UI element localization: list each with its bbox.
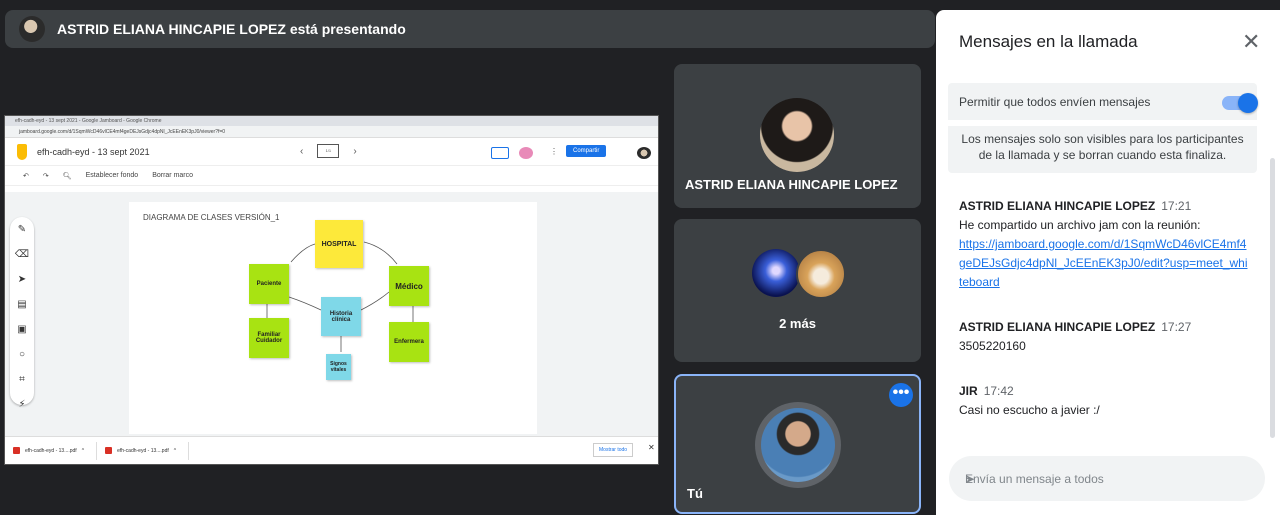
image-icon: ▣ bbox=[17, 324, 27, 335]
pen-icon: ✎ bbox=[17, 224, 27, 235]
message-time: 17:42 bbox=[983, 384, 1014, 398]
presenter-banner-text: ASTRID ELIANA HINCAPIE LOPEZ está presen… bbox=[57, 21, 406, 37]
chat-panel: Mensajes en la llamada ✕ Permitir que to… bbox=[936, 10, 1280, 515]
participant-avatar bbox=[752, 249, 800, 297]
account-avatar bbox=[637, 147, 651, 159]
jam-canvas: ✎ ⌫ ➤ ▤ ▣ ○ ⌗ ⚡︎ DIAGRAMA DE CLASES VERS… bbox=[5, 192, 658, 436]
more-options-icon: ⋮ bbox=[550, 147, 558, 156]
prev-frame-icon: ‹ bbox=[300, 145, 304, 157]
presenter-tile-avatar bbox=[760, 98, 834, 172]
sticky-signos-vitales: Signos vitales bbox=[326, 354, 351, 380]
textbox-icon: ⌗ bbox=[19, 374, 25, 385]
close-icon: ✕ bbox=[648, 443, 655, 452]
message-sender: ASTRID ELIANA HINCAPIE LOPEZ bbox=[959, 320, 1156, 334]
chat-input[interactable]: Envía un mensaje a todos ➤ bbox=[949, 456, 1265, 501]
presenter-banner: ASTRID ELIANA HINCAPIE LOPEZ está presen… bbox=[5, 10, 935, 48]
message-text: 3505220160 bbox=[959, 339, 1026, 353]
presenter-avatar bbox=[19, 16, 45, 42]
download-item: efh-cadh-eyd - 13....pdf ^ bbox=[13, 441, 98, 460]
sticky-paciente: Paciente bbox=[249, 264, 289, 304]
sticky-medico: Médico bbox=[389, 266, 429, 306]
message-time: 17:27 bbox=[1161, 320, 1192, 334]
self-tile-name: Tú bbox=[687, 486, 703, 501]
jam-side-toolbar: ✎ ⌫ ➤ ▤ ▣ ○ ⌗ ⚡︎ bbox=[10, 217, 34, 410]
download-item: efh-cadh-eyd - 13....pdf ^ bbox=[105, 441, 190, 460]
jam-title: efh-cadh-eyd - 13 sept 2021 bbox=[37, 146, 150, 157]
download-filename: efh-cadh-eyd - 13....pdf bbox=[117, 447, 169, 454]
participant-tile-presenter[interactable]: ASTRID ELIANA HINCAPIE LOPEZ bbox=[674, 64, 921, 208]
more-participants-label: 2 más bbox=[779, 316, 816, 331]
pdf-icon bbox=[13, 447, 20, 454]
whiteboard-frame: DIAGRAMA DE CLASES VERSIÓN_1 HOSPITAL Pa… bbox=[129, 202, 537, 434]
chat-panel-title: Mensajes en la llamada bbox=[959, 32, 1138, 51]
close-icon[interactable]: ✕ bbox=[1242, 29, 1260, 55]
clear-frame-button: Borrar marco bbox=[152, 172, 194, 179]
message-text: Casi no escucho a javier :/ bbox=[959, 403, 1100, 417]
jamboard-logo-icon bbox=[17, 143, 27, 160]
sticky-note-icon: ▤ bbox=[17, 299, 27, 310]
share-button: Compartir bbox=[566, 145, 607, 157]
chat-message: ASTRID ELIANA HINCAPIE LOPEZ 17:21 He com… bbox=[959, 197, 1249, 292]
undo-icon: ↶ bbox=[23, 172, 29, 180]
allow-messages-row: Permitir que todos envíen mensajes bbox=[948, 83, 1258, 120]
sticky-historia-clinica: Historia clínica bbox=[321, 297, 361, 336]
jamboard-header: efh-cadh-eyd - 13 sept 2021 ‹ 1/1 › ⋮ Co… bbox=[5, 138, 658, 166]
set-background-button: Establecer fondo bbox=[85, 172, 139, 179]
shared-screen: efh-cadh-eyd - 13 sept 2021 - Google Jam… bbox=[4, 115, 659, 465]
allow-messages-toggle[interactable] bbox=[1222, 93, 1258, 113]
message-sender: ASTRID ELIANA HINCAPIE LOPEZ bbox=[959, 199, 1156, 213]
message-time: 17:21 bbox=[1161, 199, 1192, 213]
redo-icon: ↷ bbox=[42, 172, 49, 180]
pdf-icon bbox=[105, 447, 113, 454]
sticky-familiar-cuidador: Familiar Cuidador bbox=[249, 318, 289, 358]
frame-thumbnail: 1/1 bbox=[317, 144, 340, 158]
chat-notice: Los mensajes solo son visibles para los … bbox=[948, 126, 1257, 173]
presenter-tile-name: ASTRID ELIANA HINCAPIE LOPEZ bbox=[685, 177, 898, 192]
message-link[interactable]: https://jamboard.google.com/d/1SqmWcD46v… bbox=[959, 237, 1248, 289]
chat-message: JIR 17:42 Casi no escucho a javier :/ bbox=[959, 382, 1249, 420]
allow-messages-label: Permitir que todos envíen mensajes bbox=[959, 95, 1151, 109]
browser-url-bar: jamboard.google.com/d/1SqmWcD46vlCE4mf4g… bbox=[5, 126, 658, 138]
sticky-hospital: HOSPITAL bbox=[315, 220, 363, 268]
send-icon[interactable]: ➤ bbox=[965, 472, 975, 486]
show-all-downloads: Mostrar todo bbox=[593, 443, 634, 457]
chat-scrollbar[interactable] bbox=[1270, 158, 1275, 438]
sticky-enfermera: Enfermera bbox=[389, 322, 429, 362]
chat-input-placeholder: Envía un mensaje a todos bbox=[965, 472, 1104, 486]
zoom-icon: 🔍︎ bbox=[62, 172, 72, 180]
message-sender: JIR bbox=[959, 384, 978, 398]
message-text: He compartido un archivo jam con la reun… bbox=[959, 218, 1201, 232]
chat-message: ASTRID ELIANA HINCAPIE LOPEZ 17:27 350522… bbox=[959, 318, 1249, 356]
participant-avatar bbox=[796, 249, 846, 299]
laser-icon: ⚡︎ bbox=[18, 399, 26, 410]
self-avatar bbox=[761, 408, 835, 482]
jamboard-toolbar: ↶ ↷ 🔍︎ Establecer fondo Borrar marco bbox=[5, 166, 658, 186]
present-icon bbox=[491, 147, 509, 159]
chevron-up-icon: ^ bbox=[173, 447, 177, 454]
toggle-knob bbox=[1238, 93, 1258, 113]
browser-title-bar: efh-cadh-eyd - 13 sept 2021 - Google Jam… bbox=[5, 116, 658, 126]
chevron-up-icon: ^ bbox=[81, 447, 85, 454]
more-options-button[interactable]: ••• bbox=[889, 383, 913, 407]
select-icon: ➤ bbox=[17, 274, 27, 285]
eraser-icon: ⌫ bbox=[14, 249, 30, 260]
download-filename: efh-cadh-eyd - 13....pdf bbox=[25, 447, 77, 454]
download-shelf: efh-cadh-eyd - 13....pdf ^ efh-cadh-eyd … bbox=[5, 436, 658, 464]
circle-icon: ○ bbox=[18, 349, 26, 360]
participant-tile-self[interactable]: ••• Tú bbox=[674, 374, 921, 514]
participant-tile-more[interactable]: 2 más bbox=[674, 219, 921, 362]
next-frame-icon: › bbox=[353, 145, 357, 157]
frame-navigator: ‹ 1/1 › bbox=[300, 144, 357, 158]
collaborator-avatar bbox=[519, 147, 533, 159]
